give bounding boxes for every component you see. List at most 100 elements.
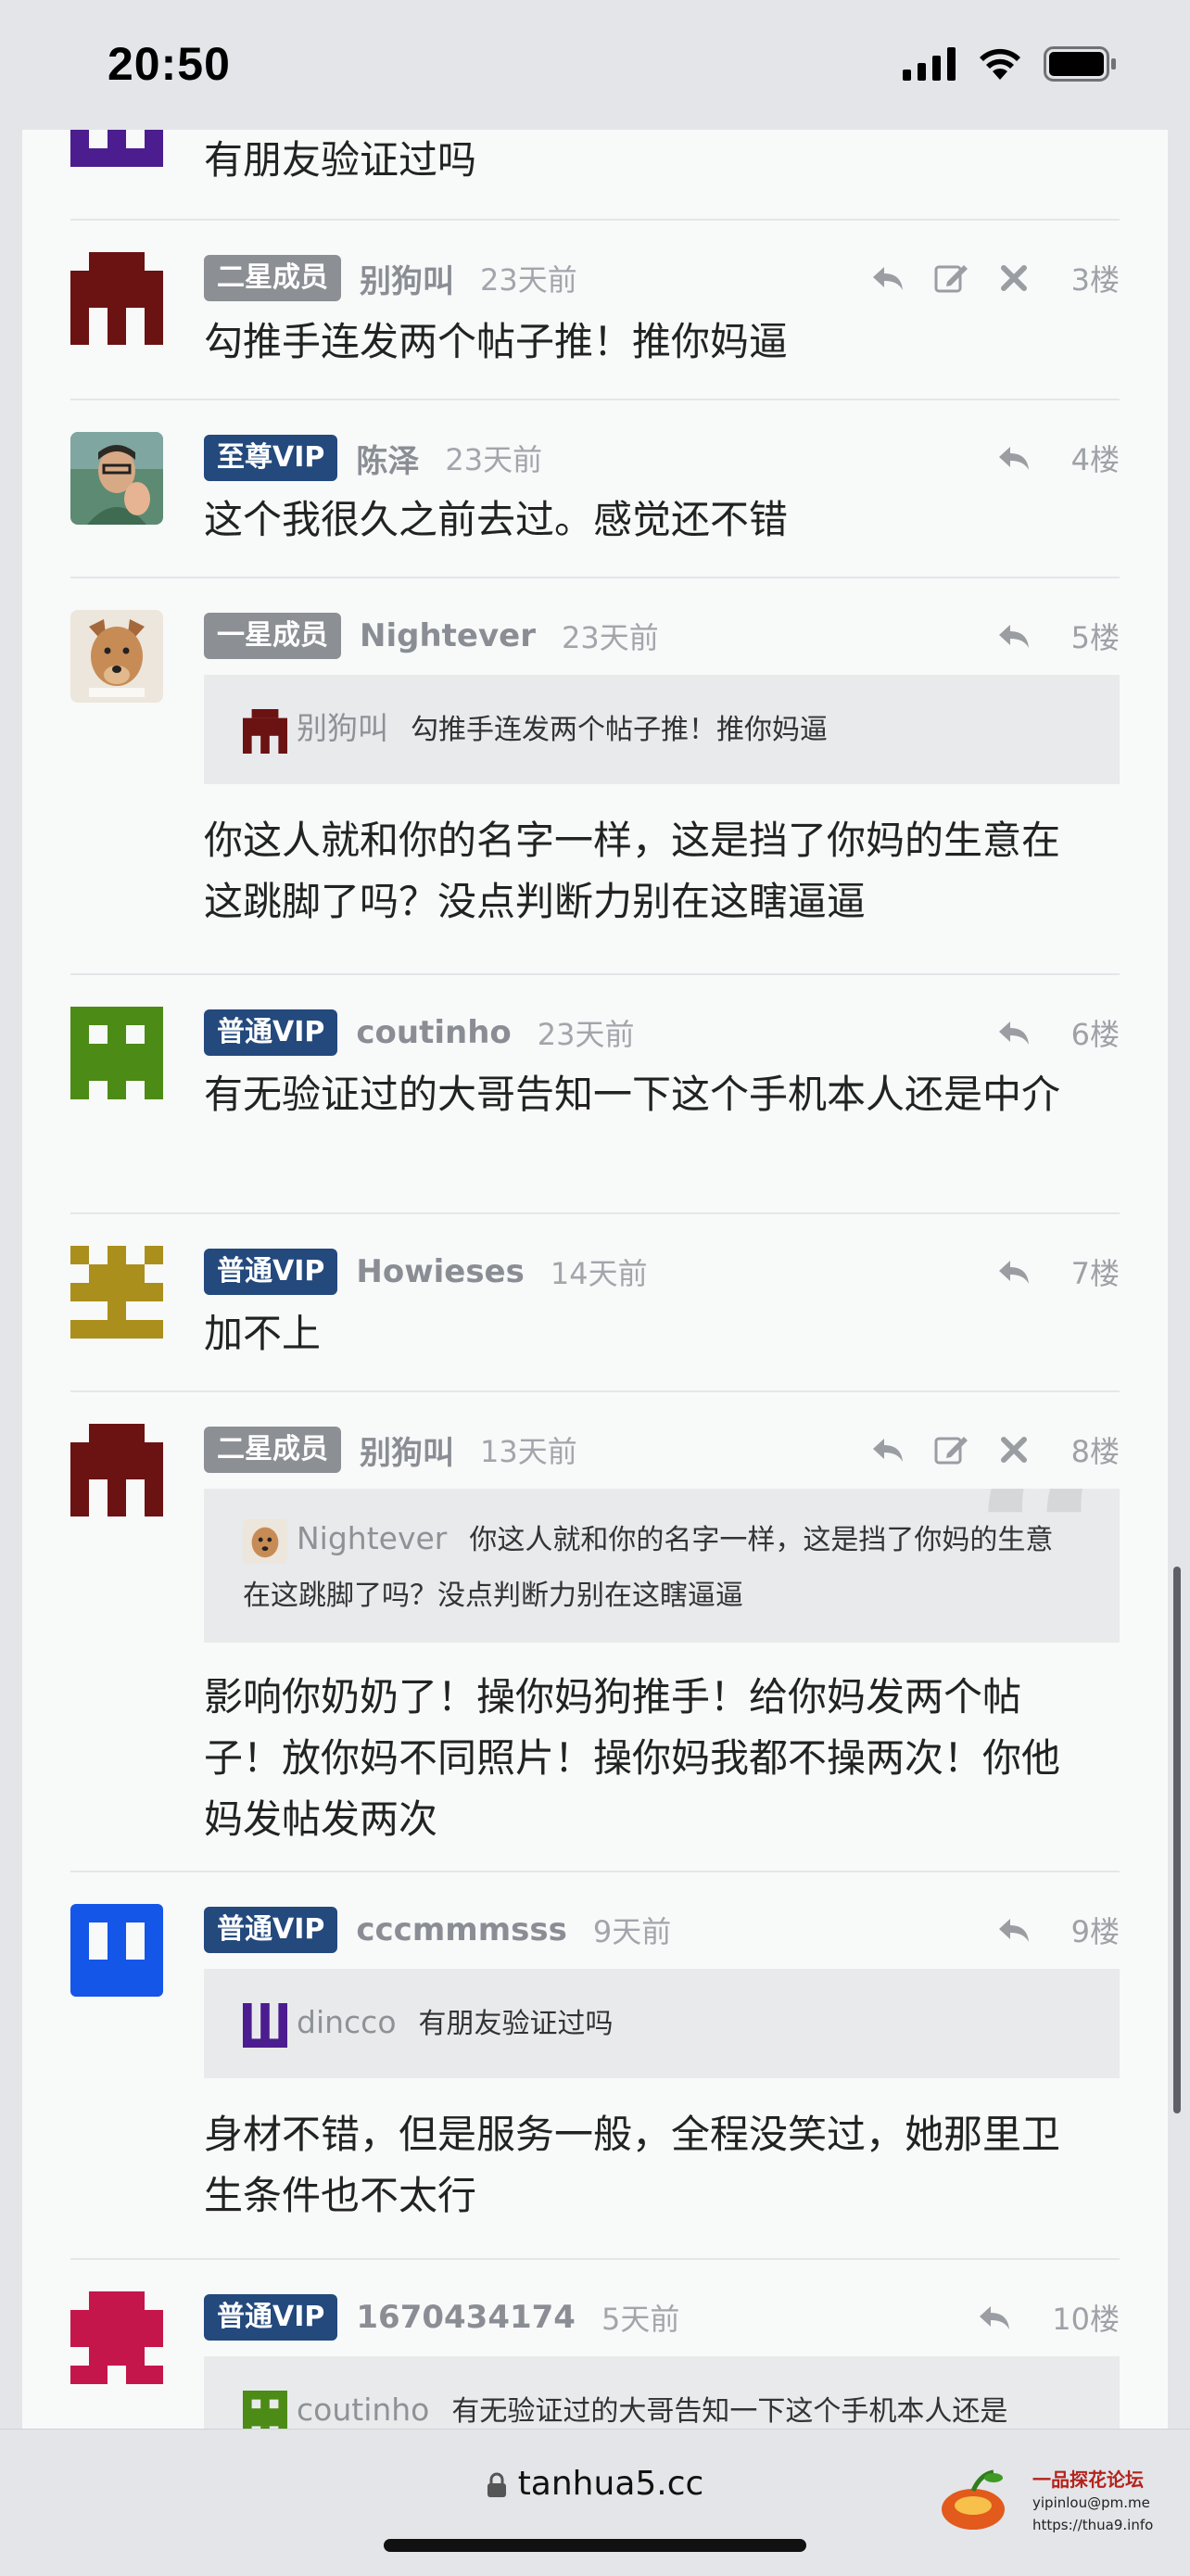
quote-text: 有朋友验证过吗 — [418, 2008, 614, 2040]
watermark-logo-icon — [942, 2469, 1005, 2530]
username-link[interactable]: 1670434174 — [356, 2299, 576, 2336]
watermark-title: 一品探花论坛 — [1032, 2468, 1144, 2491]
reply-icon[interactable] — [995, 1253, 1032, 1290]
reply-icon[interactable] — [995, 1911, 1032, 1948]
floor-number: 10楼 — [1052, 2302, 1120, 2337]
edit-icon[interactable] — [932, 1431, 969, 1468]
username-link[interactable]: Nightever — [360, 617, 536, 654]
battery-icon — [1044, 46, 1116, 82]
edit-icon[interactable] — [932, 260, 969, 297]
browser-bottom-bar: tanhua5.cc 一品探花论坛 yipinlou@pm.me https:/… — [0, 2429, 1190, 2576]
quote-mark-icon: “ — [970, 2356, 1120, 2429]
quote-mark-icon: “ — [970, 1969, 1120, 2078]
user-rank-badge: 普通VIP — [204, 1009, 338, 1056]
username-link[interactable]: 别狗叫 — [360, 1428, 454, 1473]
user-rank-badge: 一星成员 — [204, 613, 341, 659]
quote-avatar-maroon — [243, 708, 287, 754]
delete-icon[interactable] — [995, 260, 1032, 297]
delete-icon[interactable] — [995, 1431, 1032, 1468]
floor-number: 6楼 — [1070, 1017, 1120, 1052]
forum-watermark: 一品探花论坛 yipinlou@pm.me https://thua9.info — [936, 2455, 1186, 2567]
floor-number: 3楼 — [1070, 262, 1120, 298]
user-rank-badge: 二星成员 — [204, 1427, 341, 1473]
avatar-maroon — [70, 252, 163, 345]
signal-icon — [903, 47, 956, 81]
status-time: 20:50 — [108, 38, 231, 90]
username-link[interactable]: 陈泽 — [356, 436, 419, 481]
quoted-post[interactable]: coutinho 有无验证过的大哥告知一下这个手机本人还是 “ — [204, 2356, 1120, 2429]
post-content: 身材不错，但是服务一般，全程没笑过，她那里卫生条件也不太行 — [204, 2112, 1061, 2218]
floor-number: 4楼 — [1070, 442, 1120, 477]
post-floor-3: 二星成员 别狗叫 23天前 3楼 勾推手连发两个帖子推！推你妈逼 — [22, 221, 1168, 400]
post-time: 14天前 — [550, 1256, 648, 1291]
post-time: 23天前 — [537, 1017, 635, 1052]
watermark-url: https://thua9.info — [1032, 2517, 1154, 2533]
quote-text: 有无验证过的大哥告知一下这个手机本人还是 — [451, 2395, 1008, 2428]
reply-icon[interactable] — [995, 439, 1032, 476]
reply-icon[interactable] — [995, 1014, 1032, 1051]
floor-number: 9楼 — [1070, 1914, 1120, 1949]
quote-text: 勾推手连发两个帖子推！推你妈逼 — [411, 714, 828, 746]
post-floor-4: 至尊VIP 陈泽 23天前 4楼 这个我很久之前去过。感觉还不错 — [22, 400, 1168, 578]
post-time: 9天前 — [592, 1914, 672, 1949]
home-indicator[interactable] — [384, 2539, 806, 2552]
post-time: 23天前 — [561, 620, 659, 655]
quoted-post[interactable]: Nightever 你这人就和你的名字一样，这是挡了你妈的生意在这跳脚了吗？没点判… — [204, 1489, 1120, 1643]
avatar-green — [70, 1007, 163, 1099]
wifi-icon — [980, 48, 1020, 80]
post-time: 5天前 — [601, 2302, 680, 2337]
avatar-blue — [70, 1904, 163, 1997]
avatar-crimson — [70, 2291, 163, 2384]
avatar-purple — [70, 130, 163, 167]
post-content: 勾推手连发两个帖子推！推你妈逼 — [204, 319, 789, 364]
user-rank-badge: 二星成员 — [204, 255, 341, 301]
post-floor-8: 二星成员 别狗叫 13天前 8楼 Nightever 你这人就和你的名字一样，这是… — [22, 1392, 1168, 1872]
reply-icon[interactable] — [869, 260, 906, 297]
reply-icon[interactable] — [869, 1431, 906, 1468]
user-rank-badge: 至尊VIP — [204, 435, 338, 481]
post-floor-7: 普通VIP Howieses 14天前 7楼 加不上 — [22, 1214, 1168, 1392]
scrollbar-thumb[interactable] — [1173, 1567, 1181, 2113]
post-content: 影响你奶奶了！操你妈狗推手！给你妈发两个帖子！放你妈不同照片！操你妈我都不操两次… — [204, 1674, 1061, 1842]
username-link[interactable]: Howieses — [356, 1253, 524, 1290]
post-floor-10: 普通VIP 1670434174 5天前 10楼 coutinho 有无验证过的大… — [22, 2260, 1168, 2429]
quoted-post[interactable]: 别狗叫勾推手连发两个帖子推！推你妈逼 “ — [204, 675, 1120, 784]
avatar-photo-dog — [70, 610, 163, 703]
post-content: 这个我很久之前去过。感觉还不错 — [204, 497, 789, 542]
reply-icon[interactable] — [976, 2299, 1013, 2336]
username-link[interactable]: cccmmmsss — [356, 1911, 566, 1948]
user-rank-badge: 普通VIP — [204, 1249, 338, 1295]
post-content: 有无验证过的大哥告知一下这个手机本人还是中介 — [204, 1072, 1061, 1117]
post-time: 13天前 — [480, 1434, 577, 1469]
quote-mark-icon: “ — [970, 675, 1120, 784]
floor-number: 5楼 — [1070, 620, 1120, 655]
thread-page: 有朋友验证过吗 二星成员 别狗叫 23天前 3楼 勾推手连发两个帖子推！推你妈逼 — [22, 130, 1168, 2429]
post-content: 加不上 — [204, 1311, 322, 1356]
post-content: 你这人就和你的名字一样，这是挡了你妈的生意在这跳脚了吗？没点判断力别在这瞎逼逼 — [204, 818, 1061, 924]
avatar-maroon — [70, 1424, 163, 1516]
quoted-post[interactable]: dincco 有朋友验证过吗 “ — [204, 1969, 1120, 2078]
post-time: 23天前 — [445, 442, 543, 477]
post-floor-9: 普通VIP cccmmmsss 9天前 9楼 dincco 有朋友验证过吗 “ 身… — [22, 1872, 1168, 2260]
floor-number: 7楼 — [1070, 1256, 1120, 1291]
quote-username: coutinho — [297, 2392, 430, 2428]
quote-avatar-green — [243, 2390, 287, 2429]
username-link[interactable]: coutinho — [356, 1014, 511, 1051]
reply-icon[interactable] — [995, 617, 1032, 654]
quote-avatar-purple — [243, 2002, 287, 2048]
avatar-photo-man — [70, 432, 163, 525]
post-floor-5: 一星成员 Nightever 23天前 5楼 别狗叫 勾推手连发两个帖子推！推你妈… — [22, 578, 1168, 975]
quote-username: 别狗叫 — [297, 710, 388, 746]
quote-username: dincco — [297, 2004, 397, 2040]
post-partial: 有朋友验证过吗 — [22, 130, 1168, 221]
status-bar: 20:50 — [0, 0, 1190, 130]
watermark-email: yipinlou@pm.me — [1032, 2494, 1150, 2511]
avatar-olive — [70, 1246, 163, 1339]
url-text: tanhua5.cc — [517, 2465, 704, 2503]
quote-mark-icon: “ — [969, 1489, 1120, 1643]
user-rank-badge: 普通VIP — [204, 2294, 338, 2341]
post-content: 有朋友验证过吗 — [204, 137, 477, 183]
username-link[interactable]: 别狗叫 — [360, 256, 454, 301]
quote-username: Nightever — [297, 1520, 448, 1556]
quote-avatar-dog — [243, 1518, 287, 1564]
